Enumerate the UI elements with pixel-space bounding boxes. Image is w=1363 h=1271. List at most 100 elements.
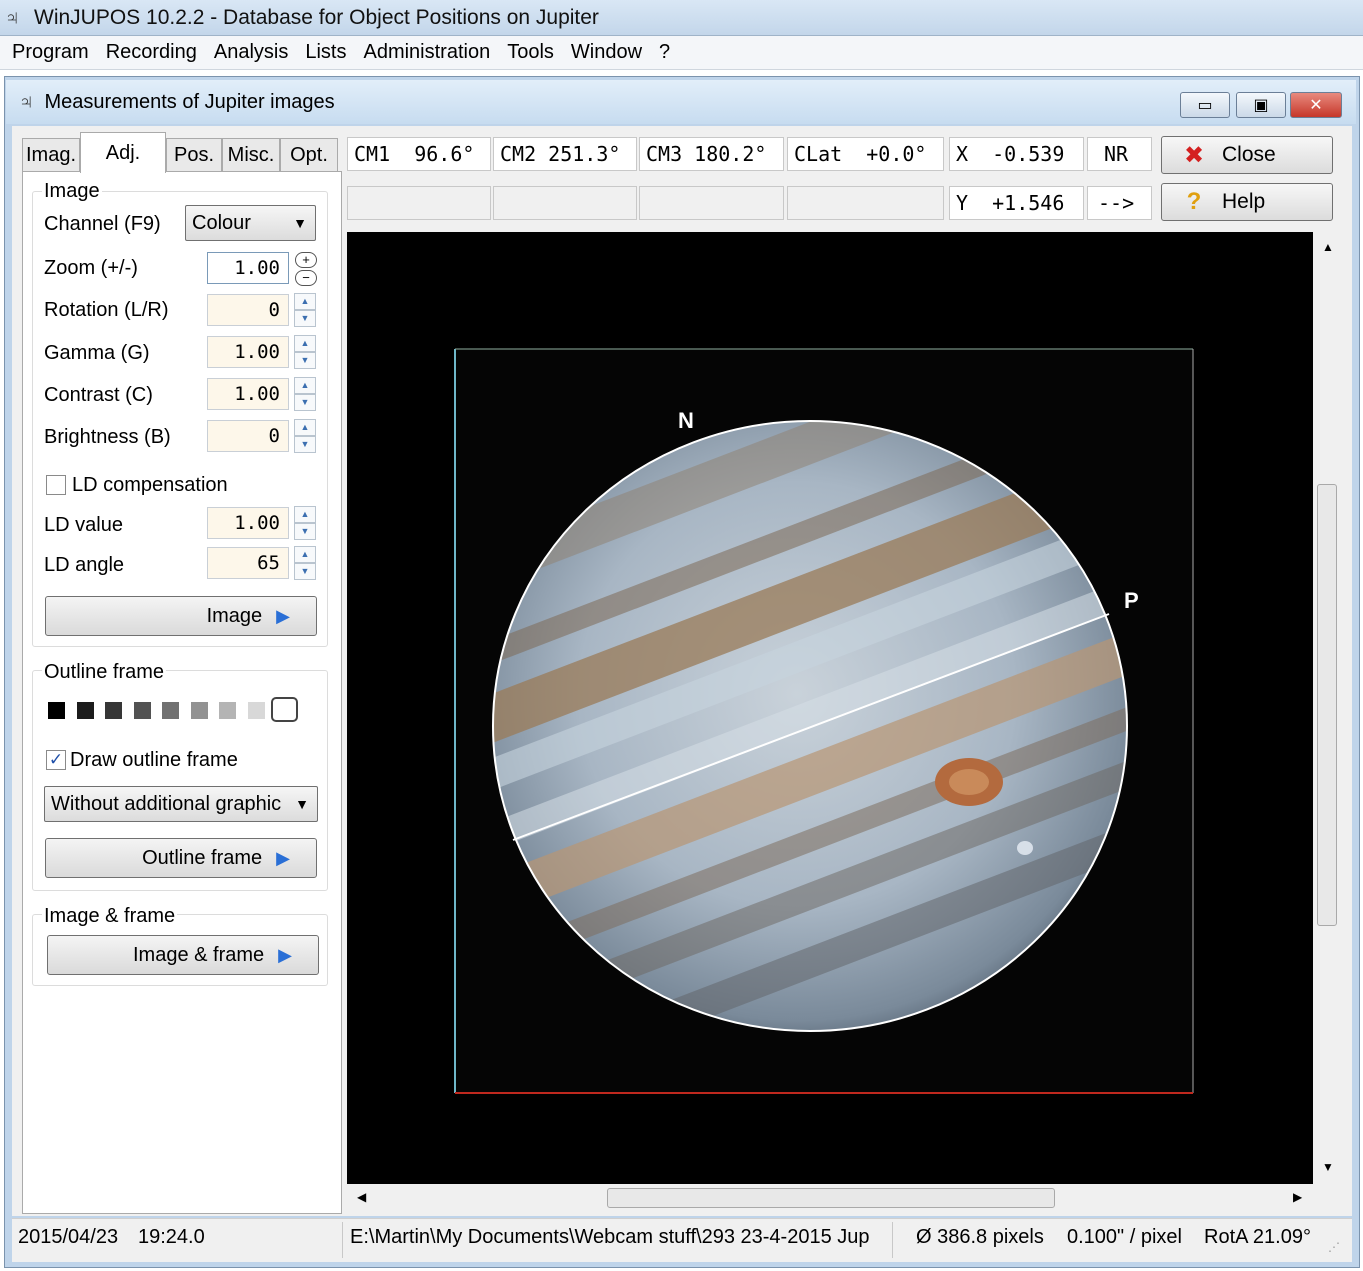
tab-opt[interactable]: Opt. bbox=[280, 138, 338, 172]
swatch-gray-6[interactable] bbox=[219, 702, 236, 719]
minimize-icon: ▭ bbox=[1197, 97, 1213, 114]
ld-value-input[interactable]: 1.00 bbox=[207, 507, 289, 539]
zoom-minus-button[interactable]: − bbox=[295, 270, 317, 286]
tab-pos[interactable]: Pos. bbox=[166, 138, 222, 172]
swatch-gray-2[interactable] bbox=[105, 702, 122, 719]
swatch-gray-5[interactable] bbox=[191, 702, 208, 719]
scroll-up-icon[interactable]: ▲ bbox=[1322, 240, 1334, 254]
tab-imag[interactable]: Imag. bbox=[22, 138, 80, 172]
swatch-white-selected[interactable] bbox=[271, 697, 298, 722]
gamma-spinner[interactable]: ▲ ▼ bbox=[294, 335, 316, 369]
menu-administration[interactable]: Administration bbox=[361, 41, 492, 64]
jupiter-image-canvas[interactable]: N P bbox=[347, 232, 1313, 1184]
zoom-plus-button[interactable]: + bbox=[295, 252, 317, 268]
contrast-input[interactable]: 1.00 bbox=[207, 378, 289, 410]
menu-tools[interactable]: Tools bbox=[505, 41, 556, 64]
cm1-label: CM1 bbox=[354, 142, 391, 166]
image-apply-button[interactable]: Image ▶ bbox=[45, 596, 317, 636]
image-frame-apply-label: Image & frame bbox=[132, 943, 265, 966]
rotation-spinner[interactable]: ▲ ▼ bbox=[294, 293, 316, 327]
spin-down-icon[interactable]: ▼ bbox=[294, 352, 316, 369]
preceding-label: P bbox=[1124, 588, 1139, 613]
scroll-right-icon[interactable]: ▶ bbox=[1293, 1190, 1302, 1204]
swatch-gray-3[interactable] bbox=[134, 702, 151, 719]
image-frame-group-legend: Image & frame bbox=[42, 905, 178, 928]
minimize-button[interactable]: ▭ bbox=[1180, 92, 1230, 118]
chevron-down-icon: ▼ bbox=[295, 796, 309, 812]
status-separator bbox=[892, 1222, 893, 1258]
y-value: +1.546 bbox=[992, 191, 1065, 215]
cm1-box: CM1 96.6° bbox=[347, 137, 491, 171]
zoom-input[interactable]: 1.00 bbox=[207, 252, 289, 284]
cm2-value: 251.3° bbox=[548, 142, 621, 166]
menu-window[interactable]: Window bbox=[569, 41, 644, 64]
help-button[interactable]: ? Help bbox=[1161, 183, 1333, 221]
cm3-sub-box bbox=[639, 186, 784, 220]
status-separator bbox=[342, 1222, 343, 1258]
x-box: X -0.539 bbox=[949, 137, 1084, 171]
menu-program[interactable]: Program bbox=[10, 41, 91, 64]
status-date: 2015/04/23 bbox=[18, 1226, 119, 1248]
horizontal-scroll-thumb[interactable] bbox=[607, 1188, 1055, 1208]
spin-down-icon[interactable]: ▼ bbox=[294, 436, 316, 453]
draw-outline-checkbox[interactable]: ✓ bbox=[46, 750, 66, 770]
tab-adj[interactable]: Adj. bbox=[80, 132, 166, 173]
brightness-label: Brightness (B) bbox=[44, 426, 171, 448]
swatch-gray-1[interactable] bbox=[77, 702, 94, 719]
scroll-left-icon[interactable]: ◀ bbox=[357, 1190, 366, 1204]
window-title: Measurements of Jupiter images bbox=[44, 90, 335, 113]
swatch-black[interactable] bbox=[48, 702, 65, 719]
ld-angle-spinner[interactable]: ▲ ▼ bbox=[294, 546, 316, 580]
y-label: Y bbox=[956, 191, 969, 215]
ld-value-spinner[interactable]: ▲ ▼ bbox=[294, 506, 316, 540]
ld-compensation-label: LD compensation bbox=[72, 474, 228, 496]
spin-down-icon[interactable]: ▼ bbox=[294, 563, 316, 580]
cm2-sub-box bbox=[493, 186, 637, 220]
rotation-input[interactable]: 0 bbox=[207, 294, 289, 326]
menu-recording[interactable]: Recording bbox=[104, 41, 199, 64]
spin-up-icon[interactable]: ▲ bbox=[294, 546, 316, 563]
play-arrow-icon: ▶ bbox=[276, 847, 290, 868]
north-label: N bbox=[678, 408, 694, 433]
spin-up-icon[interactable]: ▲ bbox=[294, 335, 316, 352]
brightness-input[interactable]: 0 bbox=[207, 420, 289, 452]
swatch-gray-7[interactable] bbox=[248, 702, 265, 719]
ld-angle-input[interactable]: 65 bbox=[207, 547, 289, 579]
cm1-sub-box bbox=[347, 186, 491, 220]
gamma-input[interactable]: 1.00 bbox=[207, 336, 289, 368]
image-group-legend: Image bbox=[42, 180, 102, 203]
menu-analysis[interactable]: Analysis bbox=[212, 41, 290, 64]
swatch-gray-4[interactable] bbox=[162, 702, 179, 719]
app-title: WinJUPOS 10.2.2 - Database for Object Po… bbox=[34, 5, 599, 29]
vertical-scroll-thumb[interactable] bbox=[1317, 484, 1337, 926]
channel-select[interactable]: Colour ▼ bbox=[185, 205, 316, 241]
cm3-box: CM3 180.2° bbox=[639, 137, 784, 171]
spin-up-icon[interactable]: ▲ bbox=[294, 377, 316, 394]
image-viewport[interactable]: N P bbox=[347, 232, 1313, 1184]
tab-misc[interactable]: Misc. bbox=[222, 138, 280, 172]
graphic-select[interactable]: Without additional graphic ▼ bbox=[44, 786, 318, 822]
window-close-button[interactable]: ✕ bbox=[1290, 92, 1342, 118]
menu-help[interactable]: ? bbox=[657, 41, 672, 64]
x-label: X bbox=[956, 142, 969, 166]
spin-down-icon[interactable]: ▼ bbox=[294, 310, 316, 327]
outline-apply-button[interactable]: Outline frame ▶ bbox=[45, 838, 317, 878]
resize-grip-icon[interactable]: ⋰ bbox=[1328, 1240, 1340, 1254]
status-diameter: Ø 386.8 pixels bbox=[916, 1226, 1044, 1248]
spin-up-icon[interactable]: ▲ bbox=[294, 419, 316, 436]
close-button[interactable]: ✖ Close bbox=[1161, 136, 1333, 174]
scroll-down-icon[interactable]: ▼ bbox=[1322, 1160, 1334, 1174]
spin-down-icon[interactable]: ▼ bbox=[294, 523, 316, 540]
spin-down-icon[interactable]: ▼ bbox=[294, 394, 316, 411]
spin-up-icon[interactable]: ▲ bbox=[294, 293, 316, 310]
rotation-label: Rotation (L/R) bbox=[44, 299, 169, 321]
graphic-value: Without additional graphic bbox=[51, 793, 282, 815]
contrast-spinner[interactable]: ▲ ▼ bbox=[294, 377, 316, 411]
ld-compensation-checkbox[interactable] bbox=[46, 475, 66, 495]
menu-lists[interactable]: Lists bbox=[303, 41, 348, 64]
image-frame-apply-button[interactable]: Image & frame ▶ bbox=[47, 935, 319, 975]
maximize-button[interactable]: ▣ bbox=[1236, 92, 1286, 118]
cm3-value: 180.2° bbox=[694, 142, 767, 166]
spin-up-icon[interactable]: ▲ bbox=[294, 506, 316, 523]
brightness-spinner[interactable]: ▲ ▼ bbox=[294, 419, 316, 453]
